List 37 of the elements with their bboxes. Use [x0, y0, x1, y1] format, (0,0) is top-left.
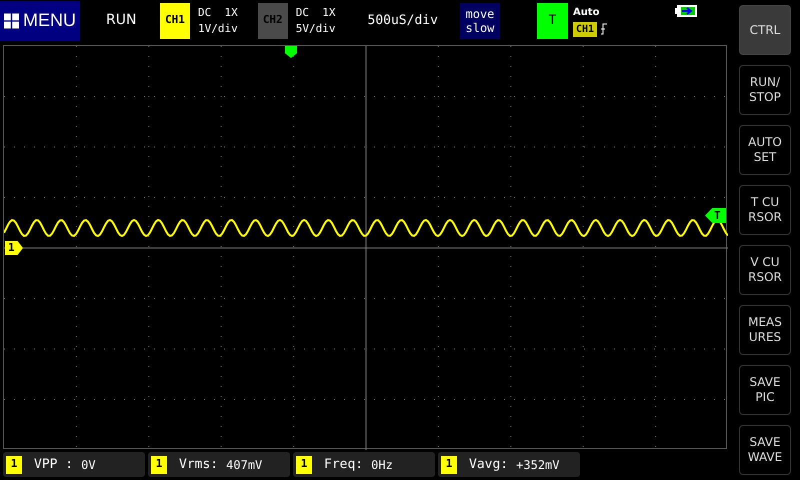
measurement-channel: 1 — [151, 456, 167, 474]
side-menu-button[interactable]: AUTO SET — [739, 125, 791, 175]
measurement-value: 407mV — [226, 456, 262, 474]
side-menu-button[interactable]: SAVE PIC — [739, 365, 791, 415]
channel-button[interactable]: CH1 — [160, 2, 190, 38]
measurement-label: VPP : — [34, 456, 74, 474]
measurement-value: 0Hz — [371, 456, 393, 474]
side-menu-button[interactable]: V CU RSOR — [739, 245, 791, 295]
trigger-source: CH1 — [572, 22, 598, 36]
side-menu-button[interactable]: RUN/ STOP — [739, 65, 791, 115]
channel-scale: 5V/div — [296, 20, 336, 36]
measurement-label: Vrms: — [179, 456, 218, 474]
menu-button[interactable]: MENU — [0, 0, 80, 40]
measurement-label: Freq: — [324, 456, 364, 474]
timebase-label: 500uS/div — [368, 12, 438, 30]
trigger-mode: Auto — [572, 6, 600, 20]
run-status: RUN — [106, 11, 138, 30]
rising-edge-icon — [601, 23, 608, 35]
move-speed-button[interactable]: move slow — [460, 2, 500, 38]
measurement-channel: 1 — [441, 456, 457, 474]
side-menu-button[interactable]: CTRL — [739, 5, 791, 55]
measurement-channel: 1 — [6, 456, 22, 474]
side-menu-button[interactable]: MEAS URES — [739, 305, 791, 355]
side-menu-button[interactable]: T CU RSOR — [739, 185, 791, 235]
side-menu-button[interactable]: SAVE WAVE — [739, 425, 791, 475]
battery-icon — [675, 4, 698, 16]
channel-scale: 1V/div — [198, 20, 238, 36]
measurement-channel: 1 — [296, 456, 312, 474]
trigger-position-marker[interactable] — [285, 46, 297, 58]
channel-coupling: DC 1X — [296, 4, 336, 20]
channel-coupling: DC 1X — [198, 4, 238, 20]
channel-marker[interactable]: 1 — [5, 241, 23, 255]
measurement-label: Vavg: — [469, 456, 508, 474]
measurement-value: +352mV — [516, 456, 560, 474]
trigger-button[interactable]: T — [536, 2, 568, 38]
trigger-level-marker[interactable]: T — [705, 208, 726, 223]
measurement-value: 0V — [81, 456, 96, 474]
